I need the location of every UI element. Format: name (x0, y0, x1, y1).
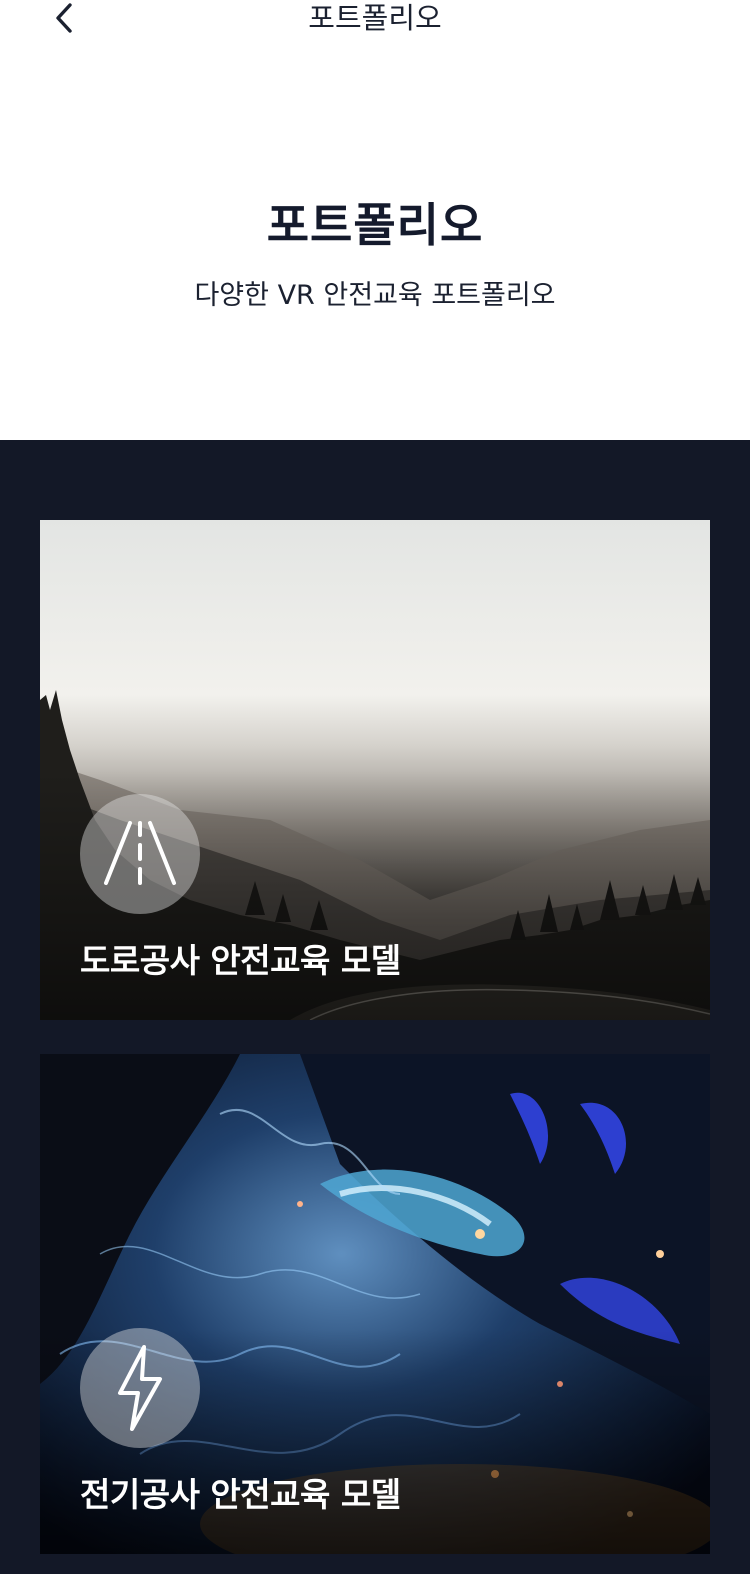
top-nav-bar: 포트폴리오 (0, 0, 750, 40)
hero-section: 포트폴리오 다양한 VR 안전교육 포트폴리오 (0, 40, 750, 440)
lightning-icon-circle (80, 1328, 200, 1448)
road-icon-circle (80, 794, 200, 914)
portfolio-section: 도로공사 안전교육 모델 전기공사 안전교육 모델 (0, 440, 750, 1574)
portfolio-card-label: 전기공사 안전교육 모델 (80, 1475, 401, 1514)
back-button[interactable] (46, 0, 82, 36)
nav-title: 포트폴리오 (308, 1, 442, 35)
chevron-left-icon (56, 3, 72, 33)
portfolio-card-road[interactable]: 도로공사 안전교육 모델 (40, 520, 710, 1020)
page-title: 포트폴리오 (266, 198, 484, 252)
portfolio-card-electric[interactable]: 전기공사 안전교육 모델 (40, 1054, 710, 1554)
portfolio-card-label: 도로공사 안전교육 모델 (80, 941, 401, 980)
road-icon (104, 821, 176, 885)
lightning-icon (118, 1345, 162, 1431)
page-subtitle: 다양한 VR 안전교육 포트폴리오 (194, 280, 556, 311)
